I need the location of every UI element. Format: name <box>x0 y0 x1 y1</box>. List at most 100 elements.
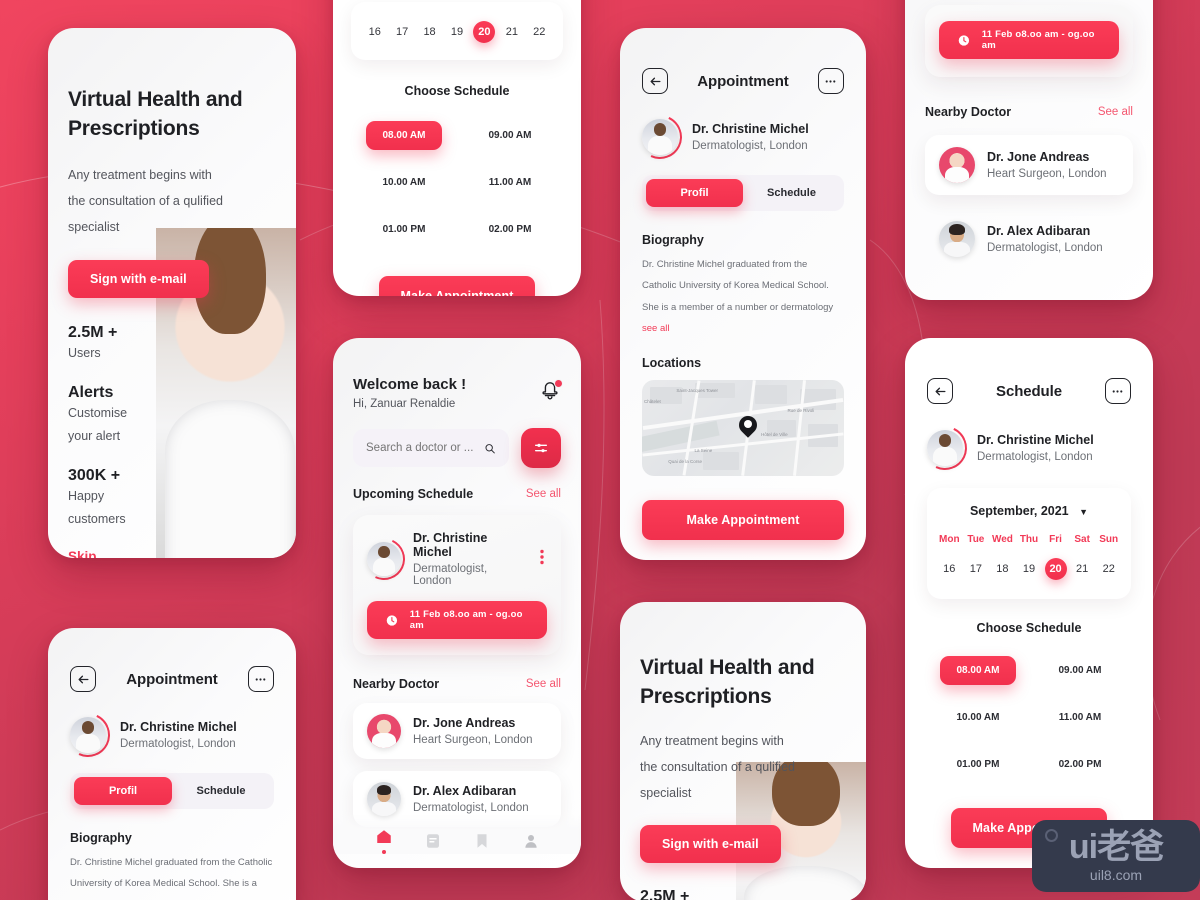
more-horizontal-icon <box>256 677 266 681</box>
more-options-button[interactable] <box>247 666 274 692</box>
biography-text: Dr. Christine Michel graduated from the … <box>70 857 273 900</box>
calendar-day[interactable]: 17 <box>963 553 990 585</box>
map-label: La Seine <box>694 447 713 453</box>
make-appointment-button[interactable]: Make Appointment <box>642 499 844 540</box>
arrow-left-icon <box>78 675 88 683</box>
dow-label: Sat <box>1074 534 1090 545</box>
time-slot[interactable]: 10.00 AM <box>927 694 1029 741</box>
calendar-day[interactable]: 21 <box>498 16 525 48</box>
onboarding-subtitle-line2: the consultation of a qulified specialis… <box>640 760 795 801</box>
time-slot[interactable]: 02.00 PM <box>1029 741 1131 788</box>
more-options-button[interactable] <box>817 68 844 94</box>
stat-users-value: 2.5M + <box>68 323 118 341</box>
appointment-time-text: 11 Feb o8.oo am - og.oo am <box>409 609 523 631</box>
calendar-day[interactable]: 18 <box>416 16 443 48</box>
more-options-button[interactable] <box>1104 378 1131 404</box>
sign-with-email-button[interactable]: Sign with e-mail <box>640 824 781 863</box>
calendar-day[interactable]: 19 <box>443 16 470 48</box>
nearby-doctor-item[interactable]: Dr. Alex Adibaran Dermatologist, London <box>925 209 1133 269</box>
nav-item-home[interactable] <box>375 828 393 854</box>
appointment-card-secondary: Appointment Dr. Christine Michel Dermato… <box>48 628 296 900</box>
upcoming-schedule-title: Upcoming Schedule <box>353 487 474 501</box>
watermark-badge: ui老爸 uil8.com <box>1032 820 1200 892</box>
clock-icon <box>958 34 970 46</box>
calendar-day[interactable]: 18 <box>989 553 1016 585</box>
filter-button[interactable] <box>521 428 561 468</box>
time-slot[interactable]: 10.00 AM <box>351 159 457 206</box>
nearby-see-all-link[interactable]: See all <box>526 678 561 690</box>
map-label: Châtelet <box>644 398 661 404</box>
upcoming-schedule-item[interactable]: Dr. Christine Michel Dermatologist, Lond… <box>353 515 561 655</box>
calendar-day[interactable]: 22 <box>526 16 553 48</box>
time-slot[interactable]: 01.00 PM <box>927 741 1029 788</box>
nearby-see-all-link[interactable]: See all <box>1098 106 1133 118</box>
tab-profil[interactable]: Profil <box>74 777 172 805</box>
dow-label: Thu <box>1019 534 1039 545</box>
time-slot-selected[interactable]: 08.00 AM <box>927 647 1029 694</box>
biography-see-all-link[interactable]: see all <box>642 323 669 334</box>
nav-item-profile[interactable] <box>522 832 540 850</box>
calendar-day-selected[interactable]: 20 <box>471 16 498 48</box>
make-appointment-button[interactable]: Make Appointment <box>379 276 535 296</box>
calendar-day[interactable]: 16 <box>361 16 388 48</box>
upcoming-schedule-item[interactable]: 11 Feb o8.oo am - og.oo am <box>925 5 1133 77</box>
time-slot[interactable]: 11.00 AM <box>1029 694 1131 741</box>
nearby-doctor-item[interactable]: Dr. Jone Andreas Heart Surgeon, London <box>925 135 1133 195</box>
calendar-day[interactable]: 16 <box>936 553 963 585</box>
appointment-time-pill[interactable]: 11 Feb o8.oo am - og.oo am <box>367 601 547 639</box>
tab-profil[interactable]: Profil <box>646 179 743 207</box>
biography-title: Biography <box>642 233 704 247</box>
doctor-name: Dr. Christine Michel <box>977 433 1094 447</box>
chevron-down-icon: ▼ <box>1079 507 1089 517</box>
calendar-dow-row: Mon Tue Wed Thu Fri Sat Sun <box>936 534 1122 545</box>
time-slot[interactable]: 01.00 PM <box>351 206 457 253</box>
welcome-subtitle: Hi, Zanuar Renaldie <box>353 398 456 410</box>
schedule-picker-card: 16 17 18 19 20 21 22 Choose Schedule 08.… <box>333 0 581 296</box>
back-button[interactable] <box>642 68 668 94</box>
time-slot[interactable]: 09.00 AM <box>457 112 563 159</box>
calendar-day[interactable]: 17 <box>388 16 415 48</box>
notification-bell-button[interactable] <box>539 379 563 407</box>
avatar <box>367 542 401 576</box>
notification-badge <box>554 379 563 388</box>
location-map[interactable]: Saint-Jacques Tower Châtelet Hôtel de Vi… <box>642 379 844 476</box>
calendar-day[interactable]: 19 <box>1016 553 1043 585</box>
time-slot[interactable]: 11.00 AM <box>457 159 563 206</box>
calendar-day-selected[interactable]: 20 <box>1042 553 1069 585</box>
nearby-doctor-item[interactable]: Dr. Jone Andreas Heart Surgeon, London <box>353 703 561 759</box>
tab-schedule[interactable]: Schedule <box>172 777 270 805</box>
calendar-month-selector[interactable]: September, 2021 ▼ <box>936 504 1122 518</box>
search-input[interactable] <box>366 442 485 454</box>
onboarding-card-secondary: Virtual Health and Prescriptions Any tre… <box>620 602 866 900</box>
calendar-day[interactable]: 22 <box>1095 553 1122 585</box>
dow-label: Tue <box>967 534 985 545</box>
back-button[interactable] <box>927 378 953 404</box>
time-slot-selected[interactable]: 08.00 AM <box>351 112 457 159</box>
nav-item-bookmarks[interactable] <box>473 832 491 850</box>
upcoming-see-all-link[interactable]: See all <box>526 488 561 500</box>
profile-schedule-tabs: Profil Schedule <box>642 175 844 211</box>
search-field-wrapper[interactable] <box>353 429 509 467</box>
nearby-doctor-name: Dr. Jone Andreas <box>413 716 516 730</box>
back-button[interactable] <box>70 666 96 692</box>
calendar-days-row: 16 17 18 19 20 21 22 <box>361 16 553 48</box>
onboarding-subtitle-line1: Any treatment begins with <box>640 733 784 748</box>
more-vertical-icon[interactable] <box>537 547 547 572</box>
time-slot[interactable]: 09.00 AM <box>1029 647 1131 694</box>
nav-item-documents[interactable] <box>424 832 442 850</box>
appointment-time-pill[interactable]: 11 Feb o8.oo am - og.oo am <box>939 21 1119 59</box>
sign-with-email-button[interactable]: Sign with e-mail <box>68 259 209 298</box>
time-slot[interactable]: 02.00 PM <box>457 206 563 253</box>
skip-link[interactable]: Skip <box>68 549 268 558</box>
calendar-day[interactable]: 21 <box>1069 553 1096 585</box>
map-label: Quai de la Corse <box>668 459 703 465</box>
dow-label: Wed <box>991 534 1013 545</box>
choose-schedule-title: Choose Schedule <box>404 84 510 98</box>
nearby-doctor-specialty: Dermatologist, London <box>987 242 1103 254</box>
tab-schedule[interactable]: Schedule <box>743 179 840 207</box>
map-pin-icon <box>739 416 757 434</box>
doctor-specialty: Dermatologist, London <box>977 451 1093 463</box>
dow-label: Sun <box>1099 534 1119 545</box>
profile-schedule-tabs: Profil Schedule <box>70 773 274 809</box>
clock-icon <box>386 614 398 626</box>
